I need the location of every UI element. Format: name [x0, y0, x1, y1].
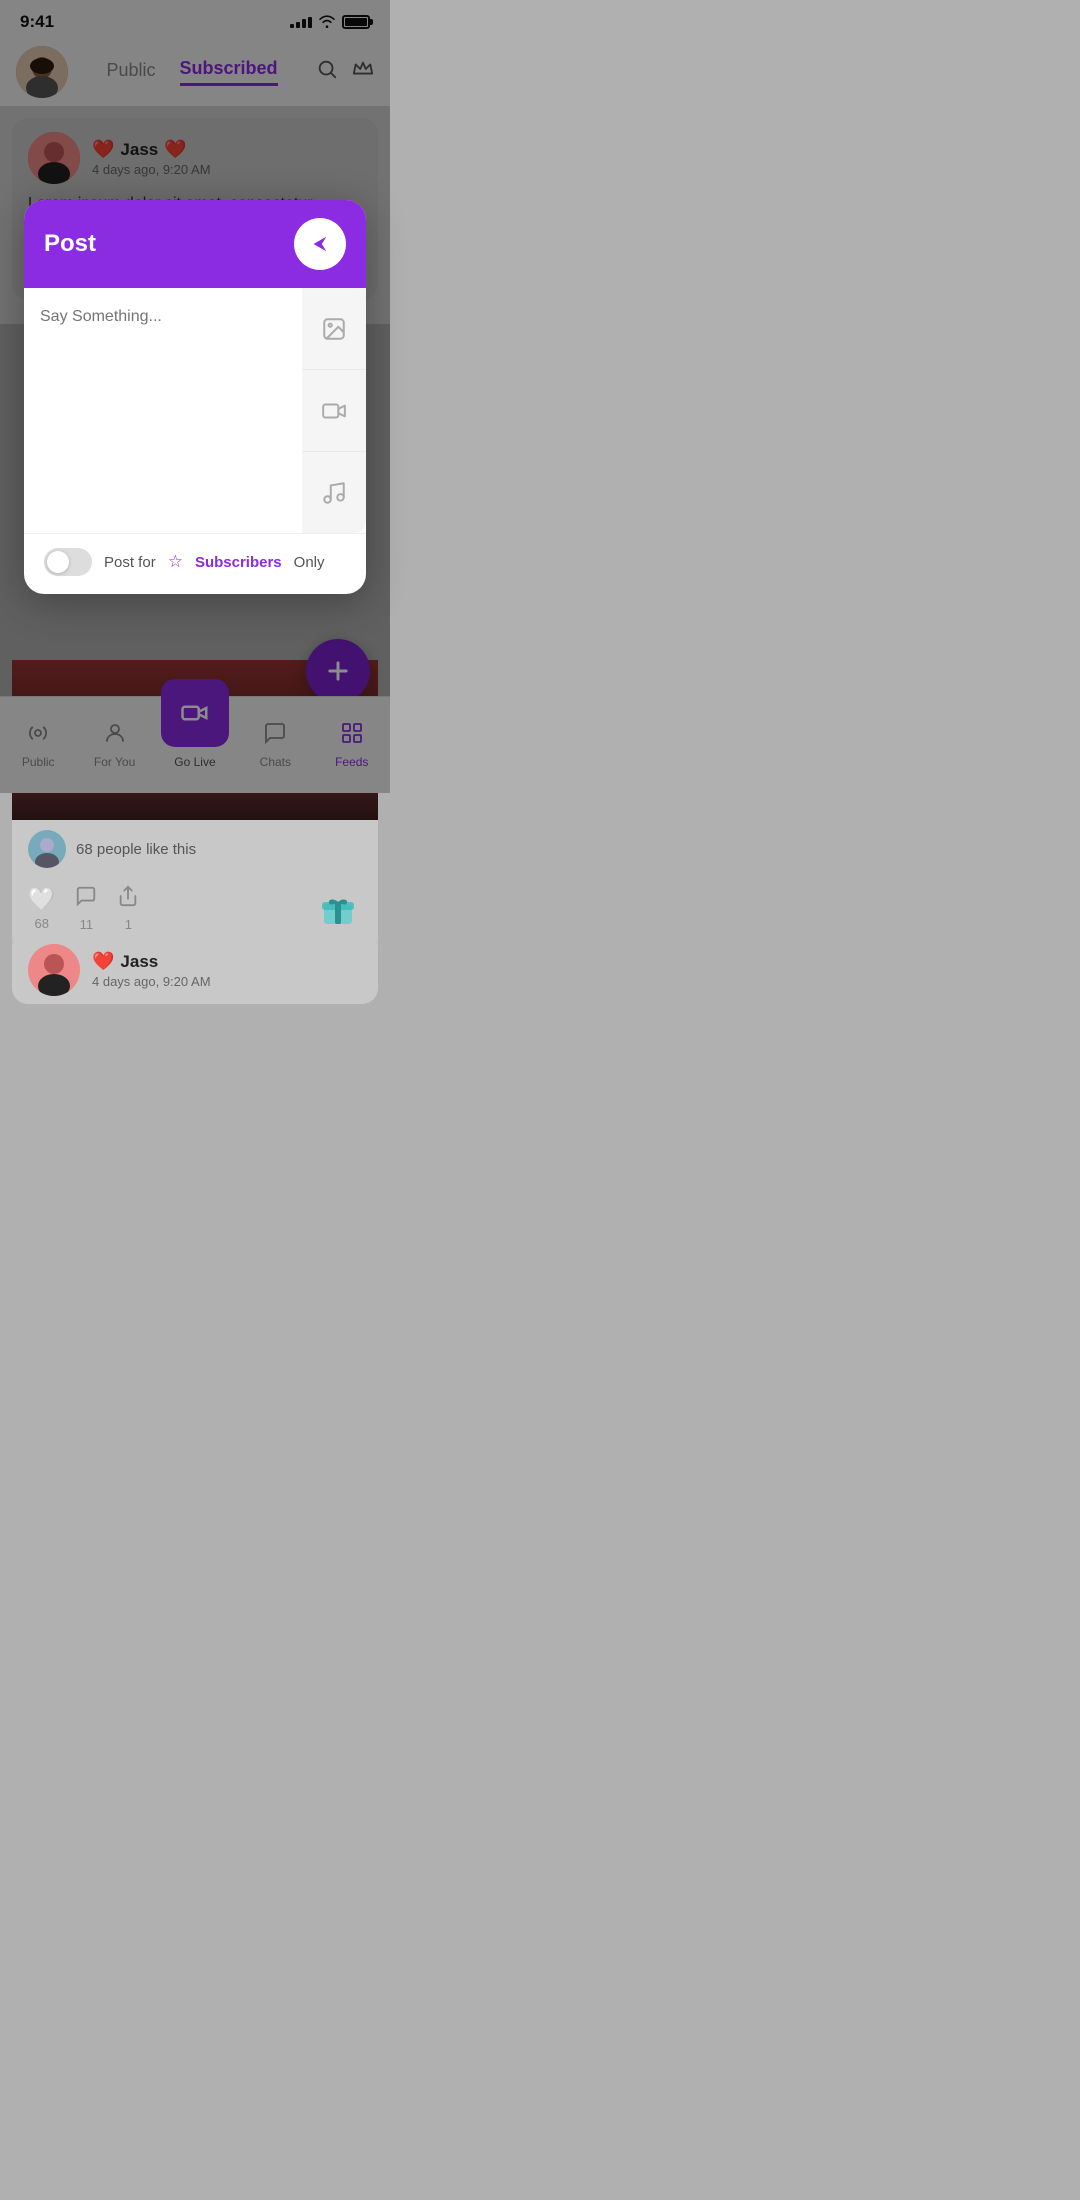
heart2-left: ❤️ — [92, 951, 114, 972]
post-time-2: 4 days ago, 9:20 AM — [92, 974, 362, 989]
textarea-wrap — [24, 288, 302, 533]
share-button[interactable]: 1 — [117, 885, 139, 932]
modal-header: Post — [24, 200, 366, 288]
only-label: Only — [294, 554, 325, 571]
post-card-2: ❤️ Jass 4 days ago, 9:20 AM — [12, 930, 378, 1004]
post-modal: Post — [24, 200, 366, 594]
like-count: 68 — [34, 916, 48, 931]
send-button[interactable] — [294, 218, 346, 270]
post-author-info-2: ❤️ Jass 4 days ago, 9:20 AM — [92, 951, 362, 989]
comment-icon — [75, 885, 97, 913]
like-button[interactable]: 🤍 68 — [28, 886, 55, 931]
post-input[interactable] — [40, 308, 286, 508]
toggle-knob — [47, 551, 69, 573]
modal-title: Post — [44, 230, 96, 258]
modal-body — [24, 288, 366, 533]
comment-button[interactable]: 11 — [75, 885, 97, 932]
post-author-name-2: ❤️ Jass — [92, 951, 362, 972]
modal-footer: Post for ☆ Subscribers Only — [24, 533, 366, 594]
subscribers-toggle[interactable] — [44, 548, 92, 576]
subscribers-label: Subscribers — [195, 554, 282, 571]
gift-button[interactable] — [314, 884, 362, 932]
post-for-label: Post for — [104, 554, 156, 571]
like-bar: 68 people like this — [12, 820, 378, 878]
like-count-text: 68 people like this — [76, 841, 196, 858]
post-header-2: ❤️ Jass 4 days ago, 9:20 AM — [28, 944, 362, 996]
post-avatar-2[interactable] — [28, 944, 80, 996]
star-icon: ☆ — [168, 552, 183, 572]
media-buttons — [302, 288, 366, 533]
like-avatar — [28, 830, 66, 868]
video-upload-button[interactable] — [302, 370, 366, 452]
share-icon — [117, 885, 139, 913]
heart-icon: 🤍 — [28, 886, 55, 912]
image-upload-button[interactable] — [302, 288, 366, 370]
music-upload-button[interactable] — [302, 452, 366, 533]
